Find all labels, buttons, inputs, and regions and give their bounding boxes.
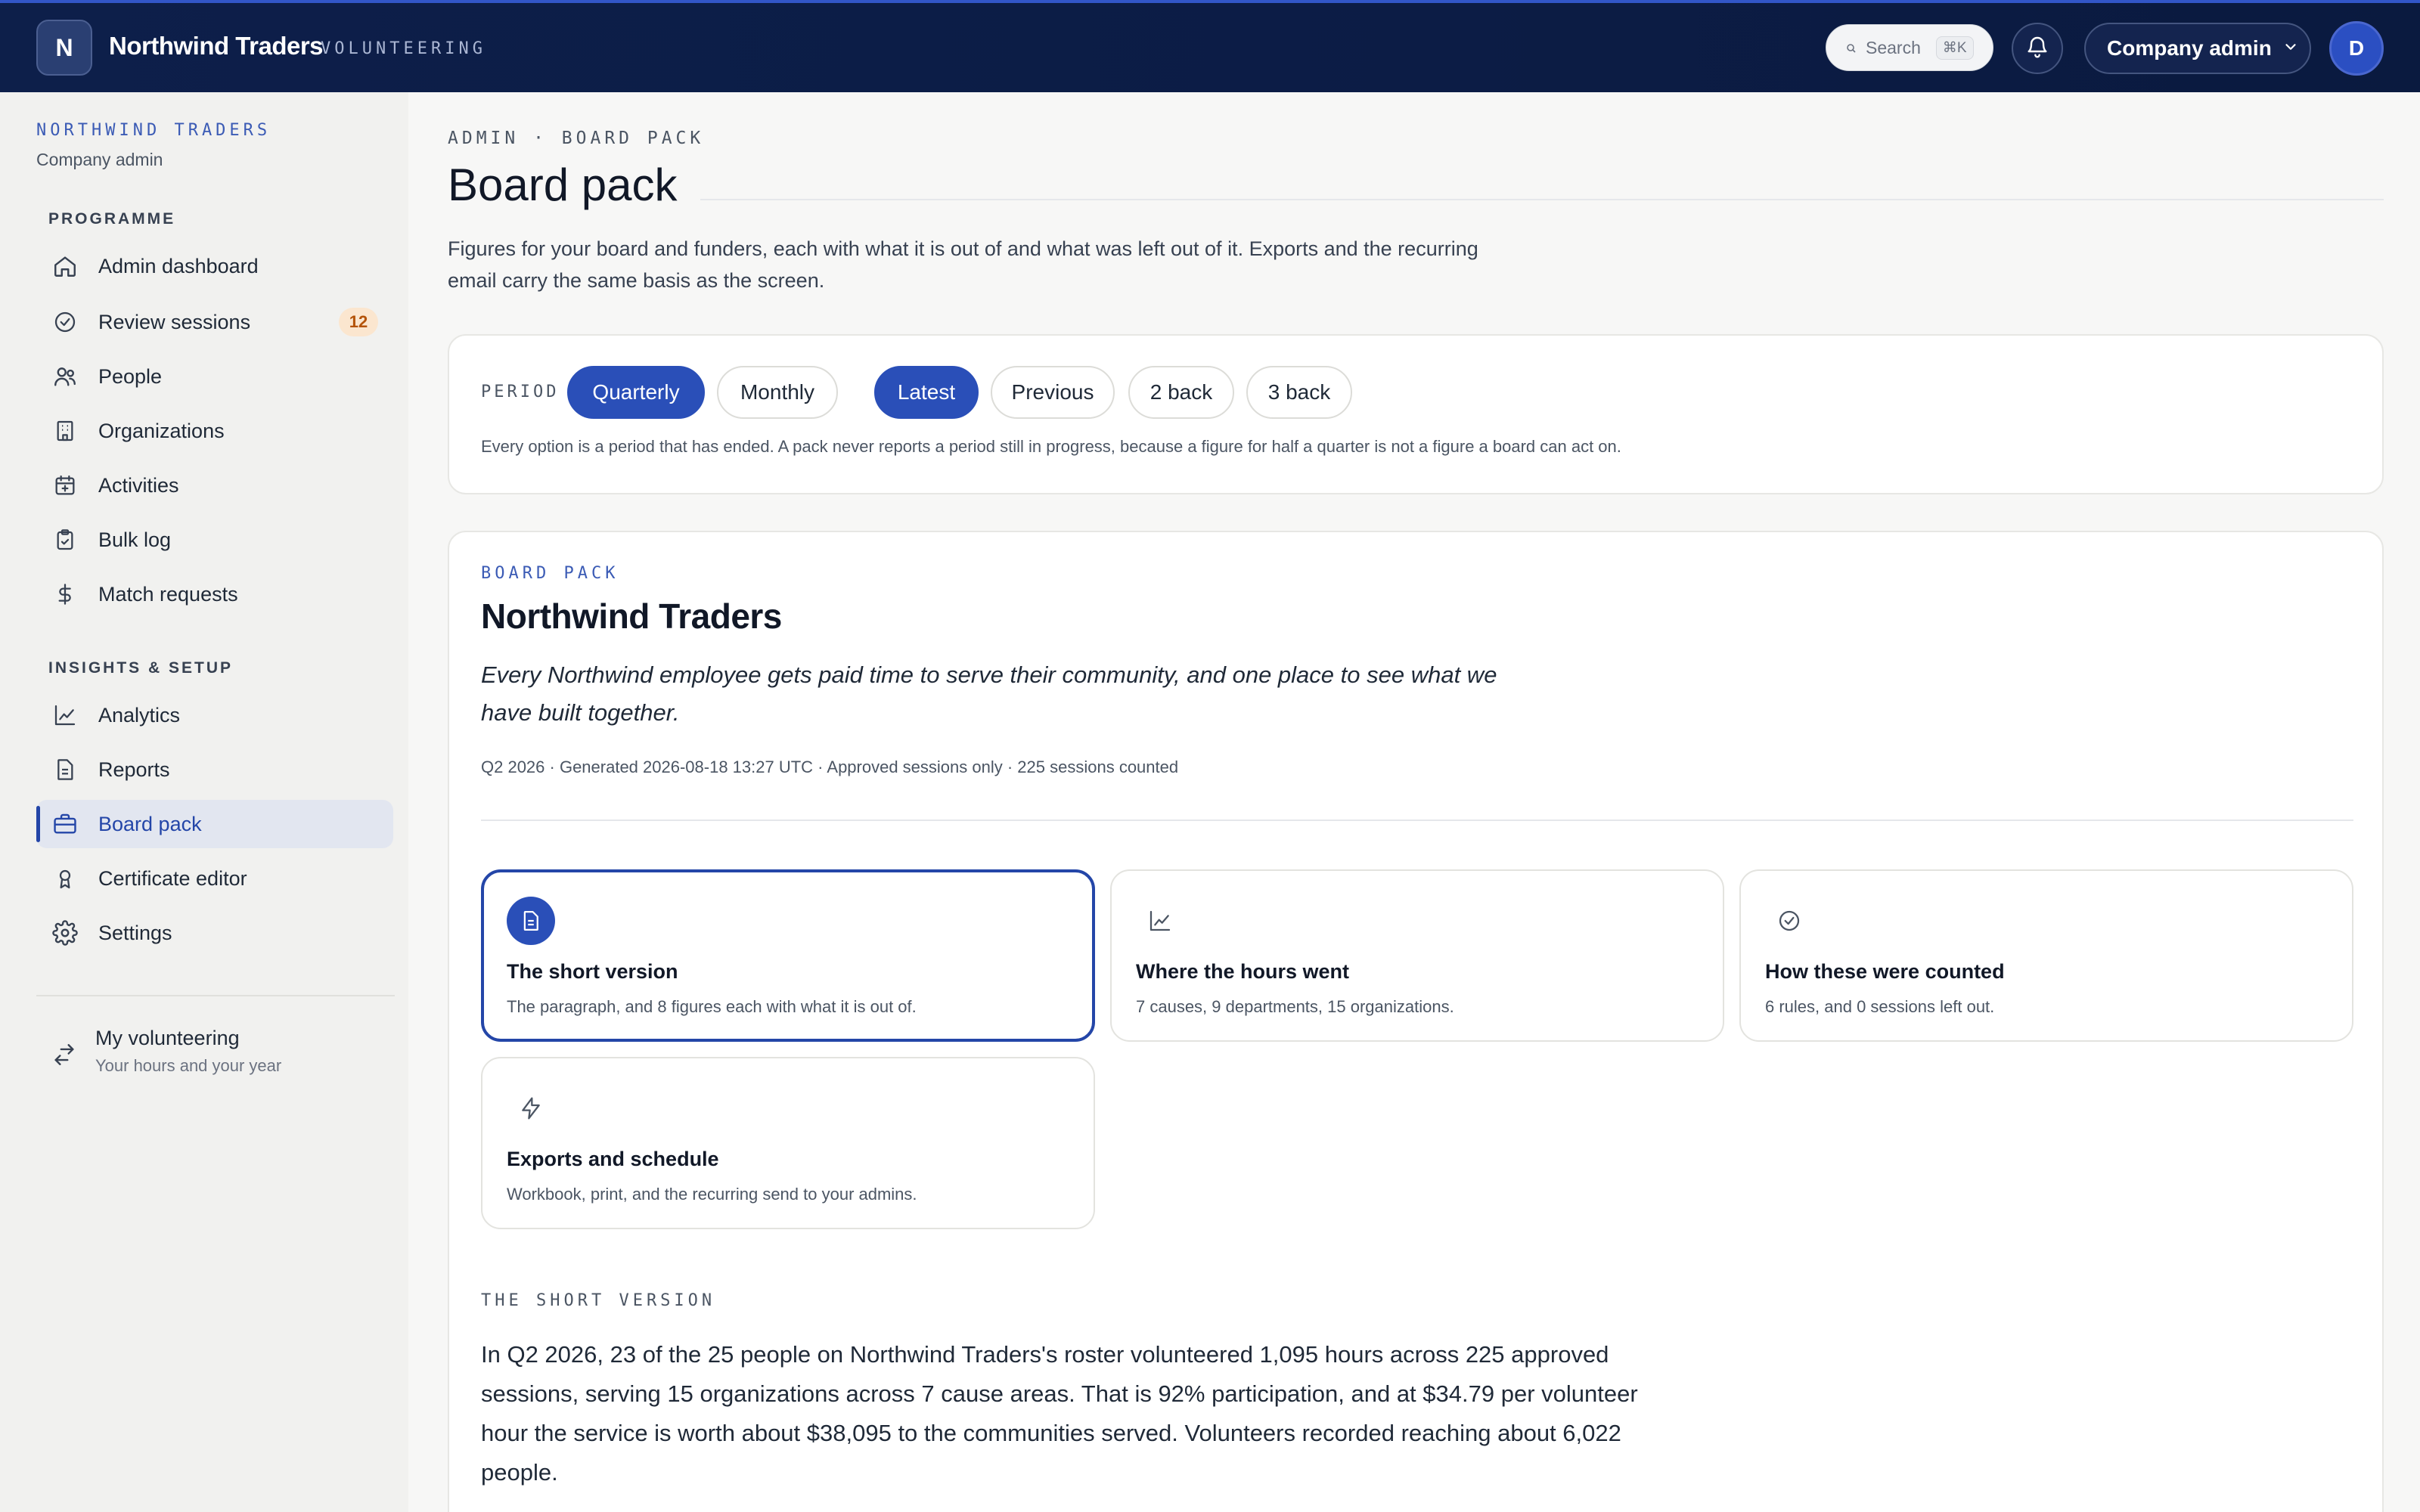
period-label: PERIOD: [481, 383, 560, 401]
section-heading-programme: PROGRAMME: [48, 210, 176, 228]
period-selector: PERIOD Quarterly Monthly Latest Previous…: [448, 334, 2384, 494]
sidebar-item-admin-dashboard[interactable]: Admin dashboard: [36, 242, 393, 290]
gear-icon: [51, 919, 79, 947]
document-icon: [507, 897, 555, 945]
period-latest-button[interactable]: Latest: [874, 366, 979, 419]
breadcrumb: ADMIN · BOARD PACK: [448, 129, 705, 148]
sidebar-item-analytics[interactable]: Analytics: [36, 691, 393, 739]
bell-icon: [2025, 35, 2049, 63]
tile-title: Exports and schedule: [507, 1148, 719, 1170]
search-icon: [1846, 38, 1857, 58]
building-icon: [51, 417, 79, 445]
sidebar-item-board-pack[interactable]: Board pack: [36, 800, 393, 848]
tile-exports-schedule[interactable]: Exports and schedule Workbook, print, an…: [481, 1057, 1095, 1229]
short-version-paragraph: In Q2 2026, 23 of the 25 people on North…: [481, 1341, 1638, 1486]
sidebar: NORTHWIND TRADERS Company admin PROGRAMM…: [0, 92, 408, 1512]
role-switcher[interactable]: Company admin: [2084, 23, 2311, 74]
notifications-button[interactable]: [2012, 23, 2063, 74]
count-badge: 12: [339, 308, 378, 336]
sidebar-item-match-requests[interactable]: Match requests: [36, 570, 393, 618]
sidebar-item-label: Review sessions: [98, 310, 251, 333]
brand-logo[interactable]: N: [36, 20, 92, 76]
search-button[interactable]: Search ⌘K: [1826, 24, 1993, 71]
my-volunteering-link[interactable]: My volunteering Your hours and your year: [36, 1027, 393, 1095]
calendar-plus-icon: [51, 472, 79, 499]
pack-org-title: Northwind Traders: [481, 596, 782, 636]
sidebar-item-label: Bulk log: [98, 528, 172, 551]
section-heading-insights: INSIGHTS & SETUP: [48, 659, 234, 677]
tile-short-version[interactable]: The short version The paragraph, and 8 f…: [481, 869, 1095, 1042]
sidebar-item-label: Reports: [98, 758, 170, 781]
tile-title: The short version: [507, 960, 678, 983]
award-icon: [51, 865, 79, 892]
title-divider: [700, 199, 2384, 200]
sidebar-org-name: NORTHWIND TRADERS: [36, 121, 271, 140]
pack-eyebrow: BOARD PACK: [481, 564, 619, 583]
sidebar-item-label: Organizations: [98, 419, 225, 442]
chevron-down-icon: [2282, 36, 2299, 60]
short-version-heading: THE SHORT VERSION: [481, 1291, 716, 1310]
sidebar-item-activities[interactable]: Activities: [36, 461, 393, 510]
sidebar-item-label: Activities: [98, 473, 179, 497]
swap-arrows-icon: [51, 1042, 77, 1095]
tile-description: Workbook, print, and the recurring send …: [507, 1185, 917, 1204]
people-icon: [51, 363, 79, 390]
my-volunteering-title: My volunteering: [95, 1027, 240, 1049]
tile-title: How these were counted: [1765, 960, 2005, 983]
avatar[interactable]: D: [2329, 21, 2384, 76]
clipboard-icon: [51, 526, 79, 553]
chart-line-icon: [51, 702, 79, 729]
period-previous-button[interactable]: Previous: [991, 366, 1115, 419]
sidebar-item-label: Certificate editor: [98, 866, 247, 890]
tile-how-counted[interactable]: How these were counted 6 rules, and 0 se…: [1739, 869, 2353, 1042]
briefcase-icon: [51, 810, 79, 838]
page-title: Board pack: [448, 160, 678, 210]
pack-meta: Q2 2026 · Generated 2026-08-18 13:27 UTC…: [481, 758, 1179, 776]
sidebar-item-reports[interactable]: Reports: [36, 745, 393, 794]
sidebar-item-review-sessions[interactable]: Review sessions 12: [36, 298, 393, 346]
period-3-back-button[interactable]: 3 back: [1246, 366, 1352, 419]
brand-subtitle: VOLUNTEERING: [321, 39, 486, 58]
period-2-back-button[interactable]: 2 back: [1128, 366, 1234, 419]
check-circle-icon: [1765, 897, 1813, 945]
sidebar-item-label: Analytics: [98, 703, 181, 727]
tile-title: Where the hours went: [1136, 960, 1350, 983]
board-pack-card: BOARD PACK Northwind Traders Every North…: [448, 531, 2384, 1512]
sidebar-item-label: People: [98, 364, 163, 388]
pack-divider: [481, 820, 2353, 821]
period-monthly-button[interactable]: Monthly: [717, 366, 838, 419]
tile-description: 6 rules, and 0 sessions left out.: [1765, 997, 1995, 1016]
page-description: Figures for your board and funders, each…: [448, 237, 1478, 292]
pack-mission: Every Northwind employee gets paid time …: [481, 662, 1497, 726]
sidebar-item-label: Admin dashboard: [98, 254, 259, 277]
tile-description: The paragraph, and 8 figures each with w…: [507, 997, 917, 1016]
document-icon: [51, 756, 79, 783]
search-label: Search: [1866, 37, 1921, 57]
sidebar-item-organizations[interactable]: Organizations: [36, 407, 393, 455]
check-circle-icon: [51, 308, 79, 336]
dollar-icon: [51, 581, 79, 608]
sidebar-item-label: Board pack: [98, 812, 202, 835]
tile-where-hours-went[interactable]: Where the hours went 7 causes, 9 departm…: [1110, 869, 1724, 1042]
sidebar-item-people[interactable]: People: [36, 352, 393, 401]
sidebar-item-bulk-log[interactable]: Bulk log: [36, 516, 393, 564]
my-volunteering-subtitle: Your hours and your year: [95, 1056, 282, 1075]
period-quarterly-button[interactable]: Quarterly: [567, 366, 705, 419]
tile-description: 7 causes, 9 departments, 15 organization…: [1136, 997, 1454, 1016]
sidebar-item-settings[interactable]: Settings: [36, 909, 393, 957]
chart-line-icon: [1136, 897, 1184, 945]
role-label: Company admin: [2107, 36, 2272, 60]
sidebar-org-role: Company admin: [36, 150, 163, 169]
search-shortcut: ⌘K: [1935, 36, 1974, 60]
sidebar-item-label: Match requests: [98, 582, 238, 606]
lightning-icon: [507, 1084, 555, 1132]
sidebar-divider: [36, 995, 395, 996]
top-bar: N Northwind Traders VOLUNTEERING Search …: [0, 0, 2420, 92]
sidebar-item-label: Settings: [98, 921, 172, 944]
home-icon: [51, 253, 79, 280]
brand-name[interactable]: Northwind Traders: [109, 32, 324, 60]
period-note: Every option is a period that has ended.…: [481, 437, 1621, 456]
sidebar-item-certificate-editor[interactable]: Certificate editor: [36, 854, 393, 903]
